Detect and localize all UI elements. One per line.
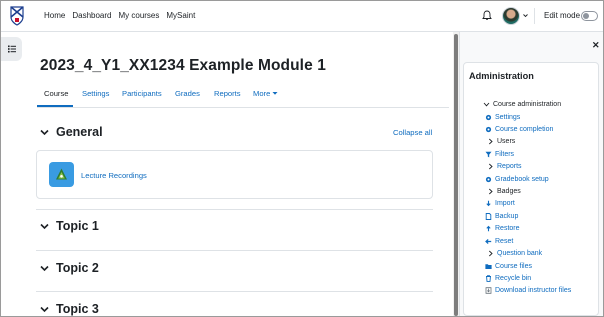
- tree-label: Settings: [495, 114, 521, 121]
- section-title: General: [56, 125, 103, 139]
- chevron-down-icon: [40, 223, 49, 229]
- chevron-down-icon: [40, 129, 49, 135]
- close-drawer-icon[interactable]: ✕: [592, 40, 600, 51]
- tree-label: Badges: [497, 188, 521, 195]
- admin-backup-link[interactable]: Backup: [485, 213, 518, 220]
- admin-course-completion-link[interactable]: Course completion: [485, 126, 553, 133]
- navbar-divider: [534, 8, 535, 24]
- tab-settings[interactable]: Settings: [82, 89, 109, 98]
- tree-label: Restore: [495, 225, 520, 232]
- tree-label: Import: [495, 200, 515, 207]
- user-menu-chevron-down-icon[interactable]: [523, 13, 528, 18]
- admin-download-instructor-files-link[interactable]: Download instructor files: [485, 287, 571, 294]
- filter-icon: [485, 151, 492, 158]
- tree-label: Users: [497, 138, 516, 145]
- notifications-bell-icon[interactable]: [482, 10, 492, 21]
- admin-question-bank-node[interactable]: Question bank: [487, 250, 542, 257]
- tab-more-label: More: [253, 89, 271, 98]
- gear-icon: [485, 176, 492, 183]
- admin-recycle-bin-link[interactable]: Recycle bin: [485, 275, 531, 282]
- import-icon: [486, 200, 491, 207]
- tree-label: Question bank: [497, 250, 543, 257]
- chevron-right-icon: [488, 138, 493, 145]
- gear-icon: [485, 126, 492, 133]
- activity-card: Lecture Recordings: [36, 150, 433, 199]
- gear-icon: [485, 114, 492, 121]
- chevron-down-icon: [40, 265, 49, 271]
- section-divider: [36, 209, 433, 210]
- section-title: Topic 1: [56, 219, 99, 233]
- list-icon: [7, 45, 16, 53]
- tab-course[interactable]: Course: [44, 89, 68, 98]
- toggle-knob: [583, 13, 589, 19]
- tree-label: Gradebook setup: [495, 176, 549, 183]
- tree-label: Reset: [495, 238, 514, 245]
- trash-icon: [486, 275, 491, 282]
- tab-more[interactable]: More: [253, 89, 278, 98]
- nav-link-my-courses[interactable]: My courses: [118, 11, 159, 20]
- chevron-right-icon: [488, 250, 493, 257]
- nav-link-home[interactable]: Home: [44, 11, 65, 20]
- chevron-down-icon: [483, 102, 490, 107]
- tab-grades[interactable]: Grades: [175, 89, 200, 98]
- section-topic-2-header[interactable]: Topic 2: [40, 261, 99, 275]
- section-topic-1-header[interactable]: Topic 1: [40, 219, 99, 233]
- user-avatar[interactable]: [502, 7, 520, 25]
- tree-label: Backup: [495, 213, 519, 220]
- admin-gradebook-setup-link[interactable]: Gradebook setup: [485, 176, 549, 183]
- activity-link[interactable]: Lecture Recordings: [81, 171, 147, 180]
- section-divider: [36, 250, 433, 251]
- tree-label: Reports: [497, 163, 522, 170]
- main-scrollbar-thumb[interactable]: [454, 34, 458, 316]
- active-tab-underline: [37, 105, 73, 107]
- admin-course-files-link[interactable]: Course files: [485, 263, 532, 270]
- restore-icon: [486, 225, 491, 232]
- admin-reports-node[interactable]: Reports: [487, 163, 522, 170]
- course-administration-node[interactable]: Course administration: [483, 101, 561, 108]
- admin-settings-link[interactable]: Settings: [485, 114, 520, 121]
- section-topic-3-header[interactable]: Topic 3: [40, 302, 99, 316]
- activity-link-icon[interactable]: [49, 162, 74, 187]
- course-title: 2023_4_Y1_XX1234 Example Module 1: [40, 57, 326, 74]
- nav-link-dashboard[interactable]: Dashboard: [72, 11, 111, 20]
- nav-link-mysaint[interactable]: MySaint: [166, 11, 195, 20]
- edit-mode-label: Edit mode: [544, 11, 581, 20]
- admin-restore-link[interactable]: Restore: [485, 225, 520, 232]
- recordings-icon: [56, 168, 67, 180]
- admin-reset-link[interactable]: Reset: [485, 238, 513, 245]
- chevron-right-icon: [488, 188, 493, 195]
- course-tabs: Course Settings Participants Grades Repo…: [37, 83, 449, 108]
- section-title: Topic 3: [56, 302, 99, 316]
- chevron-right-icon: [488, 163, 493, 170]
- admin-users-node[interactable]: Users: [487, 138, 515, 145]
- more-caret-down-icon: [272, 92, 278, 95]
- browser-frame: Home Dashboard My courses MySaint Edit m…: [0, 0, 604, 317]
- chevron-down-icon: [40, 306, 49, 312]
- collapse-all-link[interactable]: Collapse all: [393, 128, 432, 137]
- file-icon: [485, 213, 492, 220]
- tree-label: Course administration: [493, 101, 562, 108]
- folder-icon: [485, 264, 492, 269]
- tree-label: Course completion: [495, 126, 554, 133]
- tab-participants[interactable]: Participants: [122, 89, 162, 98]
- tree-label: Recycle bin: [495, 275, 532, 282]
- arrow-left-icon: [485, 239, 492, 244]
- tree-label: Filters: [495, 151, 515, 158]
- administration-title: Administration: [469, 71, 534, 81]
- top-navbar: Home Dashboard My courses MySaint Edit m…: [1, 1, 603, 32]
- tab-reports[interactable]: Reports: [214, 89, 241, 98]
- tree-label: Download instructor files: [495, 287, 572, 294]
- tree-label: Course files: [495, 263, 532, 270]
- admin-badges-node[interactable]: Badges: [487, 188, 521, 195]
- section-title: Topic 2: [56, 261, 99, 275]
- admin-import-link[interactable]: Import: [485, 200, 515, 207]
- university-logo-icon[interactable]: [10, 6, 24, 26]
- admin-filters-link[interactable]: Filters: [485, 151, 514, 158]
- section-divider: [36, 291, 433, 292]
- primary-navigation: Home Dashboard My courses MySaint: [44, 11, 202, 20]
- section-general-header[interactable]: General: [40, 125, 103, 139]
- edit-mode-toggle[interactable]: [581, 11, 598, 21]
- course-index-drawer-button[interactable]: [1, 37, 22, 61]
- download-icon: [485, 287, 492, 294]
